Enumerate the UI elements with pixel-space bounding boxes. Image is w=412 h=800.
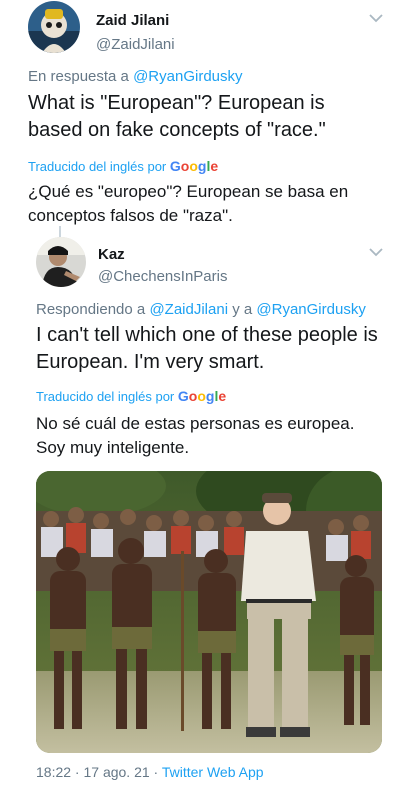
avatar-zaid-jilani[interactable] [28,1,80,53]
avatar-kaz[interactable] [36,237,86,287]
tweet-metadata: 18:22 · 17 ago. 21 · Twitter Web App [36,764,264,780]
tweet-photo[interactable] [36,471,382,753]
author-handle[interactable]: @ZaidJilani [96,36,175,53]
translated-label-text: Traducido del inglés por [28,159,167,174]
reply-context: En respuesta a @RyanGirdusky [28,68,243,85]
tweet-translation: ¿Qué es "europeo"? European se basa en c… [28,182,349,225]
photo-image [36,471,382,753]
author-handle[interactable]: @ChechensInParis [98,268,227,285]
reply-prefix: Respondiendo a [36,301,146,318]
timestamp[interactable]: 18:22 · 17 ago. 21 · [36,764,158,780]
author-name[interactable]: Zaid Jilani [96,12,169,29]
reply-prefix: En respuesta a [28,68,129,85]
translated-by-label[interactable]: Traducido del inglés por Google [28,158,218,174]
tweet-zaid-jilani: Zaid Jilani @ZaidJilani En respuesta a @… [0,0,412,236]
reply-context: Respondiendo a @ZaidJilani y a @RyanGird… [36,301,366,318]
translated-label-text: Traducido del inglés por [36,389,175,404]
tweet-text: What is "European"? European is based on… [28,92,326,141]
mention-link[interactable]: @RyanGirdusky [256,301,365,318]
mention-link[interactable]: @ZaidJilani [149,301,228,318]
google-logo: Google [177,388,227,404]
source-app-link[interactable]: Twitter Web App [162,764,264,780]
reply-joiner: y a [232,301,253,318]
google-logo: Google [169,158,219,174]
author-name[interactable]: Kaz [98,246,125,263]
chevron-down-icon[interactable] [368,12,384,24]
mention-link[interactable]: @RyanGirdusky [133,68,242,85]
tweet-text: I can't tell which one of these people i… [36,324,378,373]
tweet-translation: No sé cuál de estas personas es europea.… [36,414,355,457]
translated-by-label[interactable]: Traducido del inglés por Google [36,388,226,404]
chevron-down-icon[interactable] [368,246,384,258]
